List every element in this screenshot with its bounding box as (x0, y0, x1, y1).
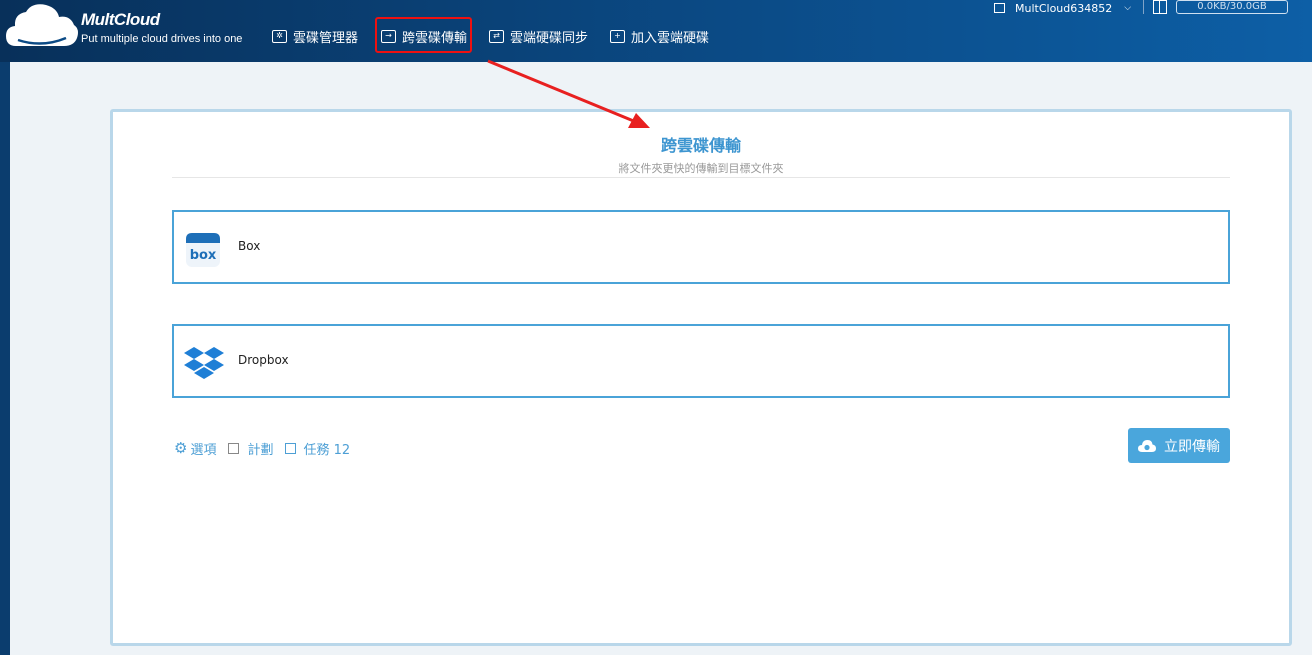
tasks-label: 任務 12 (303, 442, 351, 458)
chevron-down-icon: ⌵ (1124, 3, 1132, 13)
edit-icon (285, 442, 297, 454)
add-icon: + (610, 29, 625, 43)
gear-icon: ⚙ (174, 439, 188, 457)
svg-text:box: box (190, 248, 217, 263)
transfer-now-button[interactable]: 立即傳輸 (1128, 428, 1230, 463)
cloud-upload-icon (1138, 439, 1156, 452)
box-logo-icon: box (186, 233, 220, 267)
schedule-option[interactable]: 計劃 (228, 439, 273, 458)
nav-label: 加入雲端硬碟 (631, 30, 710, 46)
nav-cloud-sync[interactable]: ⇄ 雲端硬碟同步 (489, 25, 588, 47)
nav-add-cloud[interactable]: + 加入雲端硬碟 (610, 25, 709, 47)
sync-icon: ⇄ (489, 29, 504, 43)
gift-icon[interactable] (1153, 0, 1167, 14)
multcloud-logo-icon[interactable] (4, 2, 80, 50)
source-cloud-box[interactable]: box Box (172, 210, 1230, 284)
page-subtitle: 將文件夾更快的傳輸到目標文件夾 (618, 162, 784, 175)
transfer-panel: 跨雲碟傳輸 將文件夾更快的傳輸到目標文件夾 box Box Dropbox ⚙ … (110, 109, 1292, 646)
tasks-link[interactable]: 任務 12 (285, 439, 350, 458)
title-divider (172, 177, 1230, 178)
transfer-button-label: 立即傳輸 (1164, 438, 1220, 455)
nav-label: 雲碟管理器 (293, 30, 359, 46)
options-bar: ⚙ 選項 計劃 任務 12 (174, 438, 362, 458)
username: MultCloud634852 (1015, 1, 1113, 15)
nav-cloud-manager[interactable]: ✲ 雲碟管理器 (272, 25, 358, 47)
active-nav-highlight (375, 17, 472, 53)
brand-tagline: Put multiple cloud drives into one (81, 33, 243, 45)
nav-label: 雲端硬碟同步 (510, 30, 589, 46)
schedule-checkbox[interactable] (228, 442, 240, 454)
page-title: 跨雲碟傳輸 (660, 136, 741, 155)
user-chart-icon (994, 3, 1005, 13)
schedule-label: 計劃 (247, 442, 274, 458)
brand-name: MultCloud (81, 10, 160, 29)
target-cloud-label: Dropbox (238, 353, 289, 367)
user-menu[interactable]: MultCloud634852 ⌵ (994, 1, 1131, 15)
target-cloud-box[interactable]: Dropbox (172, 324, 1230, 398)
dropbox-logo-icon (184, 347, 224, 379)
options-label: 選項 (190, 442, 217, 458)
cloud-manager-icon: ✲ (272, 29, 287, 43)
source-cloud-label: Box (238, 239, 261, 253)
options-link[interactable]: ⚙ 選項 (174, 439, 216, 458)
storage-usage: 0.0KB/30.0GB (1176, 0, 1288, 14)
top-header: MultCloud Put multiple cloud drives into… (0, 0, 1312, 62)
header-divider (1143, 0, 1144, 14)
